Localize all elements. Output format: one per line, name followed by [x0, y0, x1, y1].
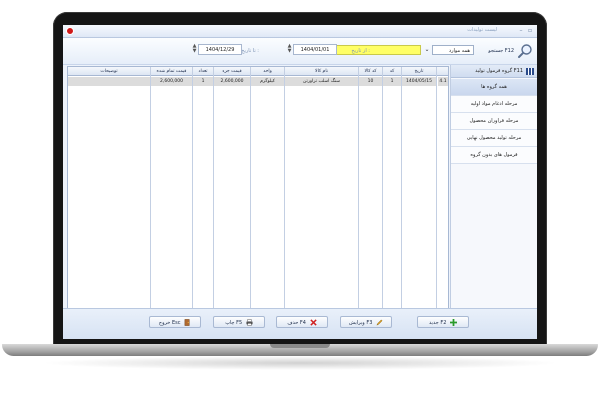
print-button[interactable]: چاپ F5 — [213, 316, 265, 328]
sidebar-item-final-production[interactable]: مرحله تولید محصول نهایی — [451, 130, 537, 147]
date-from-field[interactable]: 1404/01/01 — [293, 44, 337, 55]
header-item-code[interactable]: کد کالا — [359, 67, 382, 76]
exit-door-icon — [184, 319, 190, 326]
laptop-notch — [270, 344, 330, 348]
new-button-label: جدید F2 — [429, 320, 447, 326]
cell-item-name[interactable]: سنگ اسلب تراورتن — [285, 77, 358, 86]
plus-icon — [449, 319, 457, 326]
action-bar: جدید F2 ویرایش F3 حذف F4 چاپ F5 خروج Esc — [63, 308, 537, 339]
print-button-label: چاپ F5 — [225, 320, 243, 326]
chevron-down-icon[interactable]: ⌄ — [423, 45, 431, 55]
row-indicator[interactable]: 4.1 — [438, 77, 448, 86]
printer-icon — [246, 319, 253, 326]
date-to-field[interactable]: 1404/12/29 — [198, 44, 242, 55]
title-bar: لیست تولیدات – ▫ — [63, 25, 537, 38]
date-to-label: تا تاریخ : — [241, 48, 259, 54]
cell-description[interactable] — [68, 77, 150, 86]
minimize-icon[interactable]: – — [517, 27, 525, 34]
header-code[interactable]: کد — [383, 67, 401, 76]
window-title: لیست تولیدات — [467, 27, 497, 33]
header-description[interactable]: توضیحات — [68, 67, 150, 76]
col-line — [213, 67, 214, 320]
cell-total[interactable]: 2,600,000 — [151, 77, 192, 86]
delete-x-icon — [309, 319, 317, 326]
cell-unit[interactable]: کیلوگرم — [251, 77, 284, 86]
restore-icon[interactable]: ▫ — [526, 27, 534, 34]
search-label: جستجو F12 — [488, 48, 514, 54]
grid-icon — [526, 68, 534, 75]
col-line — [436, 67, 437, 320]
col-line — [150, 67, 151, 320]
date-from-label: از تاریخ : — [351, 48, 370, 54]
header-total[interactable]: قیمت تمام شده — [151, 67, 192, 76]
sidebar-item-processing[interactable]: مرحله فراوران محصول — [451, 113, 537, 130]
date-to-spinner-icon[interactable]: ▲ ▼ — [192, 44, 197, 55]
header-row-indicator — [437, 67, 448, 76]
col-line — [192, 67, 193, 320]
header-item-name[interactable]: نام کالا — [285, 67, 358, 76]
date-from-spinner-icon[interactable]: ▲ ▼ — [287, 44, 292, 55]
production-table: تاریخ کد کد کالا نام کالا واحد قیمت جزء … — [67, 66, 449, 321]
header-date[interactable]: تاریخ — [402, 67, 436, 76]
app-window: لیست تولیدات – ▫ جستجو F12 همه موارد ⌄ ا… — [63, 25, 537, 339]
laptop-base — [2, 344, 598, 356]
col-line — [382, 67, 383, 320]
edit-button-label: ویرایش F3 — [349, 320, 373, 326]
search-icon[interactable] — [517, 43, 533, 59]
col-line — [284, 67, 285, 320]
cell-unit-price[interactable]: 2,600,000 — [214, 77, 250, 86]
cell-code[interactable]: 1 — [383, 77, 401, 86]
group-sidebar: گروه فرمول تولید F11 همه گروه ها مرحله ا… — [450, 65, 537, 330]
header-qty[interactable]: تعداد — [193, 67, 213, 76]
app-logo-icon — [66, 27, 74, 35]
sidebar-item-ungrouped[interactable]: فرمول های بدون گروه — [451, 147, 537, 164]
floor-shadow — [40, 356, 560, 370]
pencil-icon — [376, 319, 383, 326]
header-unit-price[interactable]: قیمت جزء — [214, 67, 250, 76]
col-line — [401, 67, 402, 320]
cell-date[interactable]: 1404/05/15 — [402, 77, 436, 86]
col-line — [250, 67, 251, 320]
exit-button-label: خروج Esc — [158, 320, 181, 326]
search-field-select[interactable]: همه موارد — [432, 45, 474, 55]
new-button[interactable]: جدید F2 — [417, 316, 469, 328]
exit-button[interactable]: خروج Esc — [149, 316, 201, 328]
sidebar-item-all-groups[interactable]: همه گروه ها — [451, 79, 537, 96]
sidebar-header[interactable]: گروه فرمول تولید F11 — [451, 65, 537, 78]
delete-button[interactable]: حذف F4 — [276, 316, 328, 328]
toolbar: جستجو F12 همه موارد ⌄ از تاریخ : 1404/01… — [63, 38, 537, 65]
cell-qty[interactable]: 1 — [193, 77, 213, 86]
sidebar-header-label: گروه فرمول تولید F11 — [475, 68, 523, 74]
delete-button-label: حذف F4 — [287, 320, 306, 326]
header-unit[interactable]: واحد — [251, 67, 284, 76]
sidebar-item-merge-materials[interactable]: مرحله ادغام مواد اولیه — [451, 96, 537, 113]
edit-button[interactable]: ویرایش F3 — [340, 316, 392, 328]
cell-item-code[interactable]: 10 — [359, 77, 382, 86]
col-line — [358, 67, 359, 320]
